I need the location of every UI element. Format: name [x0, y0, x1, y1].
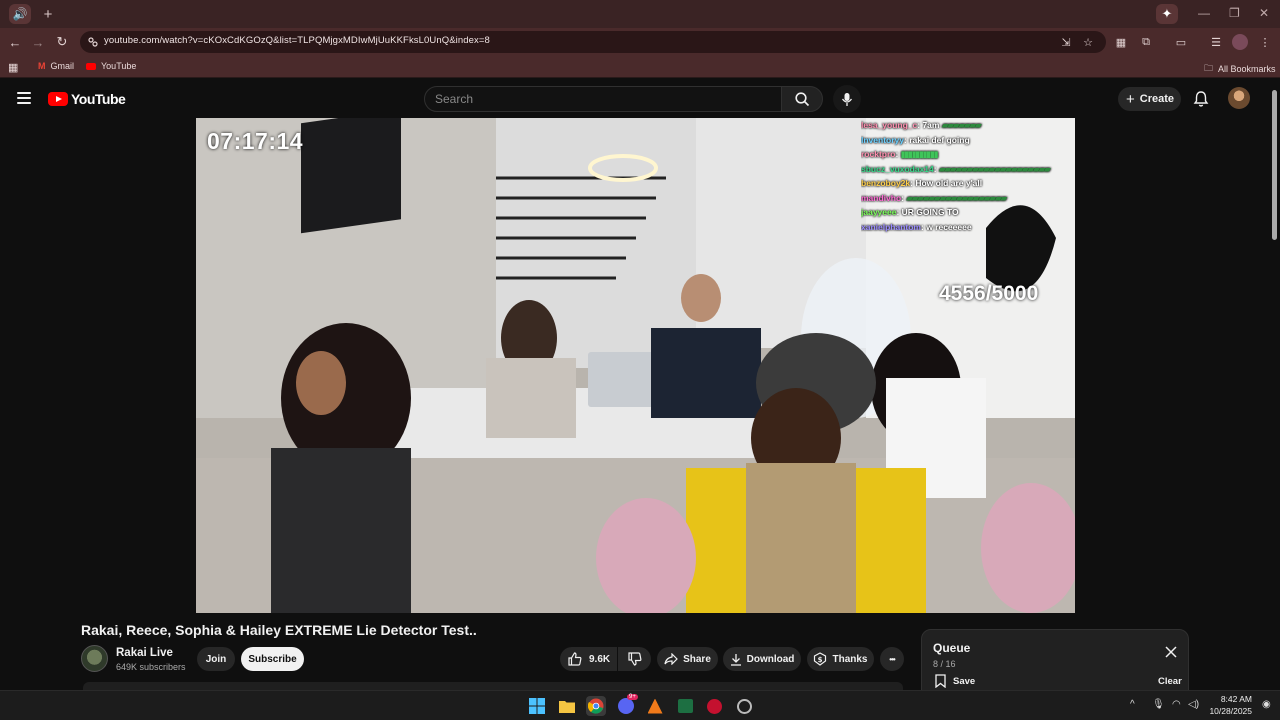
- windows-start-icon[interactable]: [527, 696, 547, 716]
- chat-line: sbucz_vuxodax14: ▰▰▰▰▰▰▰▰▰▰▰▰▰▰▰▰▰▰▰▰: [861, 163, 1051, 174]
- queue-title: Queue: [933, 641, 971, 655]
- clock[interactable]: 8:42 AM 10/28/2025: [1206, 693, 1252, 717]
- volume-icon[interactable]: ◁): [1188, 699, 1199, 710]
- voice-search-button[interactable]: [833, 85, 861, 113]
- search-icon: [794, 91, 809, 106]
- thumbs-down-icon: [627, 652, 641, 666]
- download-button[interactable]: Download: [723, 647, 801, 671]
- url-text[interactable]: youtube.com/watch?v=cKOxCdKGOzQ&list=TLP…: [104, 35, 490, 46]
- stream-timer: 07:17:14: [207, 128, 304, 154]
- menu-icon[interactable]: ⋮: [1257, 34, 1273, 50]
- queue-count: 8 / 16: [933, 659, 956, 669]
- chat-line: lesa_young_c: 7am ▰▰▰▰▰▰▰: [861, 120, 982, 130]
- more-actions-button[interactable]: •••: [880, 647, 904, 671]
- gemini-icon[interactable]: ✦: [1156, 4, 1178, 24]
- account-avatar[interactable]: [1228, 87, 1250, 109]
- tab-audio-icon[interactable]: 🔊: [9, 4, 31, 24]
- queue-panel: Queue 8 / 16 Save Clear: [921, 629, 1189, 699]
- forward-icon[interactable]: →: [29, 33, 47, 51]
- chat-line: benzoboy2k: How old are y'all: [861, 178, 983, 188]
- tray-mic-icon[interactable]: 🎙︎: [1152, 699, 1165, 710]
- chat-line: xanielphantom: w receeeee: [861, 221, 972, 232]
- folder-icon: 🗀: [1204, 63, 1214, 73]
- search-button[interactable]: [781, 86, 823, 112]
- reading-list-icon[interactable]: ☰: [1208, 34, 1224, 50]
- download-icon: [730, 653, 741, 666]
- site-info-icon[interactable]: [87, 36, 99, 48]
- browser-tab-strip: 🔊 + ✦ — ❐ ✕: [0, 0, 1280, 28]
- browser-toolbar: ← → ↻ youtube.com/watch?v=cKOxCdKGOzQ&li…: [0, 28, 1280, 56]
- hamburger-menu-icon[interactable]: [17, 92, 31, 104]
- media-controls-icon[interactable]: ▭: [1173, 34, 1189, 50]
- video-player[interactable]: 07:17:14 4556/5000 lesa_young_c: 7am ▰▰▰…: [196, 118, 1075, 613]
- close-window-icon[interactable]: ✕: [1259, 6, 1269, 20]
- chrome-icon[interactable]: [586, 696, 606, 716]
- subscribe-button[interactable]: Subscribe: [241, 647, 304, 671]
- subscriber-count: 649K subscribers: [116, 662, 186, 672]
- profile-icon[interactable]: [1232, 34, 1248, 50]
- chat-overlay: lesa_young_c: 7am ▰▰▰▰▰▰▰ Inventoryy: ra…: [861, 118, 1075, 234]
- restore-icon[interactable]: ❐: [1229, 6, 1240, 20]
- wifi-icon[interactable]: ◠: [1172, 699, 1181, 710]
- search-box[interactable]: [424, 86, 782, 112]
- thumbs-up-icon: [568, 652, 582, 666]
- minimize-icon[interactable]: —: [1198, 6, 1210, 20]
- like-button[interactable]: 9.6K: [560, 647, 617, 671]
- chat-line: Inventoryy: rakai def going: [861, 134, 970, 145]
- extensions-puzzle-icon[interactable]: ⧉: [1138, 34, 1154, 50]
- notification-badge: 9+: [627, 694, 638, 700]
- youtube-app-icon[interactable]: [704, 696, 724, 716]
- discord-icon[interactable]: 9+: [616, 694, 638, 716]
- youtube-header: YouTube + Create: [0, 80, 1280, 118]
- description-box[interactable]: [83, 682, 903, 690]
- video-title: Rakai, Reece, Sophia & Hailey EXTREME Li…: [81, 622, 477, 638]
- tray-overflow-icon[interactable]: ^: [1130, 699, 1135, 710]
- dislike-button[interactable]: [618, 647, 651, 671]
- page-scrollbar[interactable]: [1272, 90, 1277, 240]
- file-explorer-icon[interactable]: [557, 696, 577, 716]
- youtube-logo[interactable]: YouTube: [48, 91, 126, 107]
- close-icon[interactable]: [1165, 646, 1177, 658]
- goal-counter: 4556/5000: [939, 282, 1039, 305]
- thanks-button[interactable]: $ Thanks: [807, 647, 874, 671]
- create-button[interactable]: + Create: [1118, 87, 1181, 111]
- app-orange-icon[interactable]: [645, 696, 665, 716]
- address-bar[interactable]: youtube.com/watch?v=cKOxCdKGOzQ&list=TLP…: [80, 31, 1106, 53]
- extension-icon[interactable]: ▦: [1113, 34, 1129, 50]
- notifications-bell-icon[interactable]: [1192, 90, 1210, 108]
- chat-line: jaayyeee: UR GOING TO: [861, 207, 959, 217]
- apps-icon[interactable]: ▦: [8, 61, 18, 74]
- queue-save-button[interactable]: Save: [935, 674, 975, 688]
- microphone-icon: [841, 92, 853, 106]
- join-button[interactable]: Join: [197, 647, 235, 671]
- channel-avatar[interactable]: [81, 645, 108, 672]
- save-playlist-icon: [935, 674, 946, 688]
- plus-icon: +: [1126, 90, 1135, 108]
- share-button[interactable]: Share: [657, 647, 718, 671]
- reload-icon[interactable]: ↻: [53, 33, 71, 51]
- back-icon[interactable]: ←: [6, 33, 24, 51]
- svg-text:$: $: [818, 656, 823, 664]
- bookmark-gmail[interactable]: M Gmail: [38, 61, 74, 71]
- new-tab-button[interactable]: +: [37, 4, 59, 24]
- chat-line: mandivho: ▰▰▰▰▰▰▰▰▰▰▰▰▰▰▰▰▰▰: [861, 192, 1007, 203]
- youtube-icon: [86, 62, 96, 70]
- share-icon: [664, 653, 678, 665]
- notification-center-icon[interactable]: ◉: [1262, 699, 1271, 710]
- install-app-icon[interactable]: ⇲: [1058, 34, 1074, 50]
- all-bookmarks[interactable]: 🗀 All Bookmarks: [1204, 61, 1276, 77]
- excel-icon[interactable]: [675, 696, 695, 716]
- bookmark-star-icon[interactable]: ☆: [1080, 34, 1096, 50]
- settings-app-icon[interactable]: [734, 696, 754, 716]
- queue-clear-button[interactable]: Clear: [1158, 676, 1182, 687]
- chat-line: rocktpro: ▮▮▮▮▮▮▮▮▮▮: [861, 149, 938, 159]
- bookmarks-bar: ▦ M Gmail YouTube 🗀 All Bookmarks: [0, 56, 1280, 78]
- youtube-play-icon: [48, 92, 68, 106]
- thanks-icon: $: [814, 652, 827, 666]
- channel-name[interactable]: Rakai Live: [116, 647, 173, 659]
- bookmark-youtube[interactable]: YouTube: [86, 61, 136, 71]
- gmail-icon: M: [38, 61, 46, 71]
- search-input[interactable]: [435, 92, 765, 106]
- taskbar: 9+ ^ 🎙︎ ◠ ◁) 8:42 AM 10/28/2025 ◉: [0, 690, 1280, 720]
